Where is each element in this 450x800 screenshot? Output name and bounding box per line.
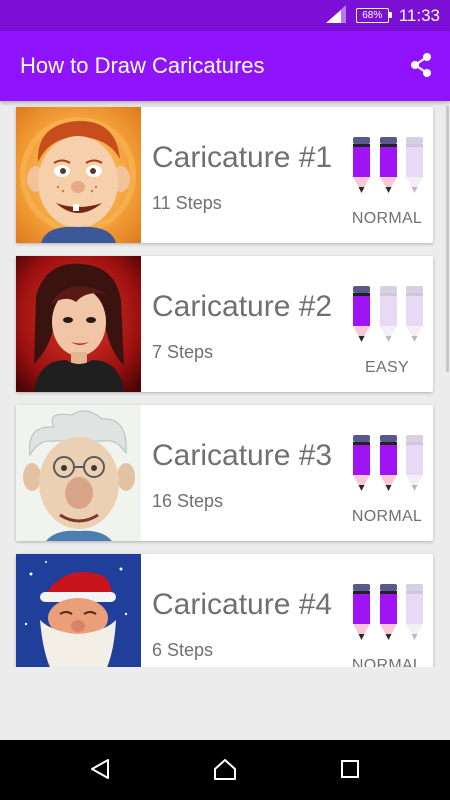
battery-icon: 68% — [355, 8, 392, 23]
recents-icon — [339, 758, 361, 784]
lesson-thumbnail — [16, 107, 141, 243]
pencil-icon — [405, 286, 424, 342]
difficulty-pencils — [352, 584, 424, 640]
home-button[interactable] — [210, 756, 240, 786]
share-button[interactable] — [406, 52, 436, 82]
difficulty-label: NORMAL — [351, 508, 423, 525]
share-icon — [408, 52, 434, 82]
recents-button[interactable] — [335, 756, 365, 786]
lesson-card-3[interactable]: Caricature #3 16 Steps NORMAL — [16, 405, 433, 541]
lesson-list[interactable]: Caricature #1 11 Steps NORMAL Caricature… — [0, 101, 450, 667]
lesson-title: Caricature #4 — [152, 588, 333, 621]
page-title: How to Draw Caricatures — [20, 53, 265, 78]
lesson-thumbnail — [16, 256, 141, 392]
lesson-title: Caricature #3 — [152, 439, 333, 472]
lesson-title: Caricature #2 — [152, 290, 333, 323]
home-icon — [212, 757, 238, 785]
pencil-icon — [379, 286, 398, 342]
pencil-icon — [405, 435, 424, 491]
battery-level: 68% — [362, 10, 383, 21]
lesson-thumbnail — [16, 405, 141, 541]
clock: 11:33 — [398, 5, 440, 25]
difficulty-label: NORMAL — [351, 657, 423, 667]
lesson-steps: 16 Steps — [152, 491, 224, 511]
signal-icon — [325, 4, 346, 27]
lesson-card-1[interactable]: Caricature #1 11 Steps NORMAL — [16, 107, 433, 243]
pencil-icon — [379, 584, 398, 640]
difficulty-pencils — [352, 137, 424, 193]
lesson-steps: 7 Steps — [152, 342, 214, 362]
status-indicators: 68% 11:33 — [325, 0, 440, 31]
pencil-icon — [379, 137, 398, 193]
lesson-thumbnail — [16, 554, 141, 667]
pencil-icon — [405, 584, 424, 640]
app-bar: How to Draw Caricatures — [0, 31, 450, 101]
pencil-icon — [352, 435, 371, 491]
lesson-card-2[interactable]: Caricature #2 7 Steps EASY — [16, 256, 433, 392]
pencil-icon — [352, 286, 371, 342]
pencil-icon — [405, 137, 424, 193]
scrollbar[interactable] — [446, 106, 449, 372]
navigation-bar — [0, 740, 450, 800]
difficulty-label: EASY — [365, 359, 409, 376]
difficulty-label: NORMAL — [351, 210, 423, 227]
pencil-icon — [352, 584, 371, 640]
pencil-icon — [379, 435, 398, 491]
back-button[interactable] — [85, 756, 115, 786]
back-icon — [88, 757, 112, 785]
status-bar: 68% 11:33 — [0, 0, 450, 31]
lesson-card-4[interactable]: Caricature #4 6 Steps NORMAL — [16, 554, 433, 667]
pencil-icon — [352, 137, 371, 193]
difficulty-pencils — [352, 435, 424, 491]
lesson-title: Caricature #1 — [152, 141, 333, 174]
lesson-steps: 6 Steps — [152, 640, 214, 660]
difficulty-pencils — [352, 286, 424, 342]
lesson-steps: 11 Steps — [152, 193, 222, 213]
